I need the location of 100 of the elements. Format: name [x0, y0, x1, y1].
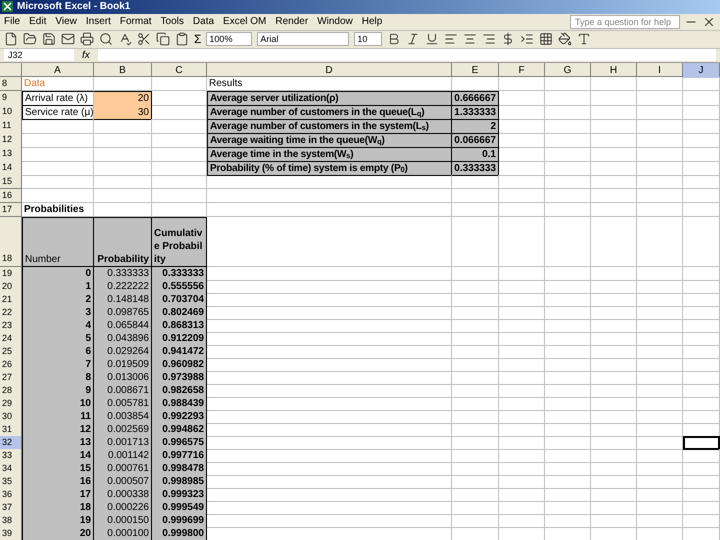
empty-cell[interactable] [591, 118, 637, 134]
empty-cell[interactable] [591, 384, 637, 398]
menu-item[interactable]: File [4, 14, 20, 30]
empty-cell[interactable] [637, 448, 683, 464]
empty-cell[interactable] [591, 410, 637, 424]
empty-cell[interactable] [545, 174, 591, 190]
empty-cell[interactable] [637, 332, 683, 346]
column-heading[interactable]: D [207, 62, 452, 78]
empty-cell[interactable] [452, 202, 499, 218]
empty-cell[interactable] [452, 514, 499, 528]
align-left-icon[interactable] [444, 32, 458, 46]
printer-icon[interactable] [80, 32, 94, 46]
empty-cell[interactable] [499, 500, 545, 516]
new-file-icon[interactable] [4, 32, 18, 46]
empty-cell[interactable] [452, 188, 499, 204]
empty-cell[interactable] [499, 396, 545, 412]
empty-cell[interactable] [94, 132, 152, 148]
align-right-icon[interactable] [482, 32, 496, 46]
empty-cell[interactable] [637, 306, 683, 320]
empty-cell[interactable] [683, 396, 720, 412]
empty-cell[interactable] [637, 118, 683, 134]
menu-item[interactable]: Render [275, 14, 308, 30]
empty-cell[interactable] [499, 344, 545, 360]
empty-cell[interactable] [591, 500, 637, 516]
empty-cell[interactable] [637, 202, 683, 218]
empty-cell[interactable] [545, 370, 591, 386]
empty-cell[interactable] [499, 514, 545, 528]
empty-cell[interactable] [683, 146, 720, 162]
empty-cell[interactable] [591, 104, 637, 120]
empty-cell[interactable] [683, 410, 720, 424]
menu-item[interactable]: Window [317, 14, 353, 30]
menu-item[interactable]: Tools [160, 14, 184, 30]
empty-cell[interactable] [545, 514, 591, 528]
empty-cell[interactable] [637, 488, 683, 502]
empty-cell[interactable] [683, 384, 720, 398]
empty-cell[interactable] [591, 318, 637, 334]
empty-cell[interactable] [499, 488, 545, 502]
empty-cell[interactable] [545, 488, 591, 502]
empty-cell[interactable] [545, 410, 591, 424]
borders-icon[interactable] [539, 32, 554, 46]
empty-cell[interactable] [499, 318, 545, 334]
empty-cell[interactable] [94, 174, 152, 190]
empty-cell[interactable] [591, 396, 637, 412]
empty-cell[interactable] [637, 436, 683, 450]
empty-cell[interactable] [499, 448, 545, 464]
empty-cell[interactable] [683, 332, 720, 346]
empty-cell[interactable] [499, 76, 545, 92]
help-field[interactable]: Type a question for help [570, 14, 680, 29]
empty-cell[interactable] [452, 280, 499, 294]
empty-cell[interactable] [452, 344, 499, 360]
font-color-icon[interactable] [577, 32, 592, 46]
empty-cell[interactable] [591, 448, 637, 464]
empty-cell[interactable] [591, 344, 637, 360]
empty-cell[interactable] [591, 160, 637, 176]
scissors-icon[interactable] [137, 32, 151, 46]
empty-cell[interactable] [499, 216, 545, 267]
empty-cell[interactable] [637, 76, 683, 92]
empty-cell[interactable] [637, 318, 683, 334]
row-heading[interactable]: 9 [0, 90, 22, 106]
empty-cell[interactable] [452, 396, 499, 412]
empty-cell[interactable] [591, 90, 637, 106]
empty-cell[interactable] [683, 318, 720, 334]
empty-cell[interactable] [545, 76, 591, 92]
empty-cell[interactable] [637, 266, 683, 282]
empty-cell[interactable] [591, 332, 637, 346]
empty-cell[interactable] [637, 384, 683, 398]
empty-cell[interactable] [591, 174, 637, 190]
sum-icon[interactable]: Σ [194, 33, 202, 46]
empty-cell[interactable] [637, 90, 683, 106]
empty-cell[interactable] [591, 292, 637, 308]
empty-cell[interactable] [637, 344, 683, 360]
empty-cell[interactable] [207, 202, 452, 218]
row-heading[interactable]: 14 [0, 160, 22, 176]
empty-cell[interactable] [545, 318, 591, 334]
empty-cell[interactable] [499, 306, 545, 320]
empty-cell[interactable] [545, 90, 591, 106]
empty-cell[interactable] [499, 174, 545, 190]
underline-icon[interactable] [425, 32, 440, 46]
empty-cell[interactable] [637, 188, 683, 204]
menu-item[interactable]: Help [362, 14, 382, 30]
empty-cell[interactable] [637, 280, 683, 294]
row-heading[interactable]: 16 [0, 188, 22, 204]
empty-cell[interactable] [591, 514, 637, 528]
empty-cell[interactable] [545, 202, 591, 218]
empty-cell[interactable] [452, 370, 499, 386]
empty-cell[interactable] [499, 462, 545, 476]
empty-cell[interactable] [94, 188, 152, 204]
empty-cell[interactable] [591, 146, 637, 162]
row-heading[interactable]: 17 [0, 202, 22, 218]
spellcheck-icon[interactable] [118, 32, 132, 46]
empty-cell[interactable] [591, 280, 637, 294]
empty-cell[interactable] [637, 292, 683, 308]
column-heading[interactable]: A [22, 62, 94, 78]
row-heading[interactable]: 10 [0, 104, 22, 120]
bold-icon[interactable] [387, 32, 402, 46]
empty-cell[interactable] [499, 384, 545, 398]
empty-cell[interactable] [591, 370, 637, 386]
name-box[interactable]: J32 [4, 49, 74, 62]
copy-icon[interactable] [156, 32, 170, 46]
empty-cell[interactable] [452, 488, 499, 502]
